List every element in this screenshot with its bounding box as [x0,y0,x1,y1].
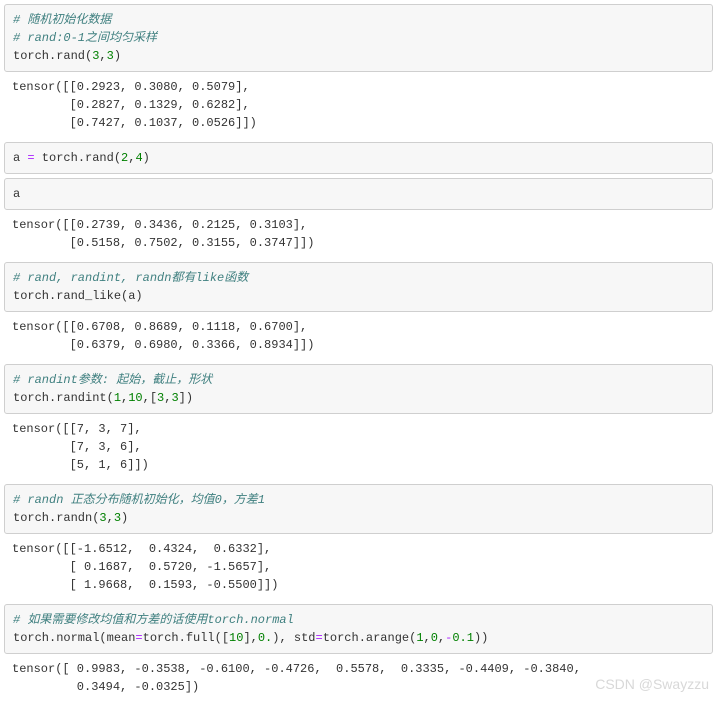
code-input-cell[interactable]: # 如果需要修改均值和方差的话使用torch.normal torch.norm… [4,604,713,654]
code-input-cell[interactable]: # randn 正态分布随机初始化，均值0，方差1 torch.randn(3,… [4,484,713,534]
code-input-cell[interactable]: # 随机初始化数据 # rand:0-1之间均匀采样 torch.rand(3,… [4,4,713,72]
code-input-cell[interactable]: # randint参数: 起始，截止，形状 torch.randint(1,10… [4,364,713,414]
code-input-cell[interactable]: # rand, randint, randn都有like函数 torch.ran… [4,262,713,312]
code-output-cell: tensor([[0.2923, 0.3080, 0.5079], [0.282… [4,72,713,138]
code-output-cell: tensor([[0.2739, 0.3436, 0.2125, 0.3103]… [4,210,713,258]
code-output-cell: tensor([[-1.6512, 0.4324, 0.6332], [ 0.1… [4,534,713,600]
code-output-cell: tensor([ 0.9983, -0.3538, -0.6100, -0.47… [4,654,713,702]
code-output-cell: tensor([[0.6708, 0.8689, 0.1118, 0.6700]… [4,312,713,360]
code-output-cell: tensor([[7, 3, 7], [7, 3, 6], [5, 1, 6]]… [4,414,713,480]
code-input-cell[interactable]: a = torch.rand(2,4) [4,142,713,174]
notebook-cells: # 随机初始化数据 # rand:0-1之间均匀采样 torch.rand(3,… [0,4,717,702]
code-input-cell[interactable]: a [4,178,713,210]
